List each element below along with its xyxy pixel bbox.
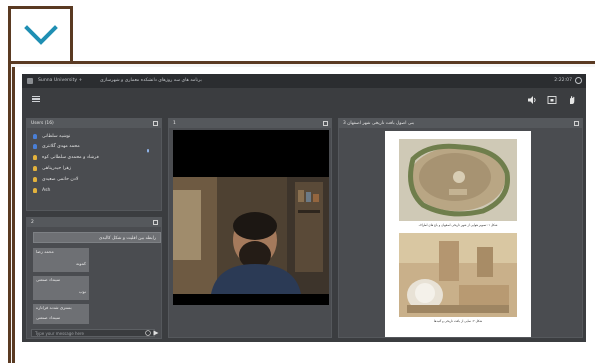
chat-message: بستری شدند فراتاره [33,304,89,314]
app-logo-icon [27,78,33,84]
raise-hand-icon[interactable] [567,95,577,105]
user-icon [33,177,37,182]
chat-message-input[interactable]: Type your message here [31,329,155,337]
presenter-video-frame [173,130,329,305]
document-options-icon[interactable] [574,121,579,126]
user-list-item[interactable]: زهرا حیدرپناهی [33,164,71,173]
chat-panel-options-icon[interactable] [153,220,158,225]
chat-panel-header: 2 [27,218,161,227]
historic-district-image [399,233,517,317]
menu-icon[interactable] [32,96,40,102]
chat-message: محمد رضا [33,248,89,260]
user-icon [33,188,37,193]
document-panel-title: بنی اصول بافت تاریخی شهر اصفهان 3 [343,121,415,126]
webcam-video [173,130,329,305]
user-name: محمد مهدی گلانتری [42,144,80,149]
share-screen-icon[interactable] [547,95,557,105]
user-icon [33,134,37,139]
chat-panel-title: 2 [31,220,34,225]
camera-icon[interactable] [323,121,328,126]
speaker-icon[interactable] [527,95,537,105]
user-name: فرشاد و محمدی سلطانی کوه [42,155,99,160]
microphone-icon [147,149,149,153]
chat-message: نوب [33,288,89,300]
chevron-down-icon [23,25,58,45]
aerial-city-image [399,139,517,221]
figure-caption: شکل ۲: نمایی از بافت تاریخی و گنبدها [433,319,483,323]
figure-caption: شکل ۱: تصویر هوایی از شهر تاریخی اصفهان … [418,223,498,227]
user-list-item[interactable]: فرشاد و محمدی سلطانی کوه [33,153,99,162]
user-icon [33,144,37,149]
user-name: نوشیه سلطانی [42,134,71,139]
document-panel-header: بنی اصول بافت تاریخی شهر اصفهان 3 [339,119,582,128]
user-name: زهرا حیدرپناهی [42,166,72,171]
presentation-page: شکل ۱: تصویر هوایی از شهر تاریخی اصفهان … [385,131,531,337]
web-conference-window: Sunna University + برنامه های سه روزهای … [22,74,586,342]
session-title: برنامه های سه روزهای دانشکده معماری و شه… [100,78,202,83]
user-list-item[interactable]: لادن حاتمی صعیدی [33,175,78,184]
user-icon [33,166,37,171]
video-panel-header: 1 [169,119,331,128]
users-panel-title: Users (16) [31,121,54,126]
emoji-icon[interactable] [145,330,151,336]
chat-message: رابطه بین اقلیت و شکل کالبدی [33,232,161,243]
users-panel-options-icon[interactable] [153,121,158,126]
session-clock: 2:22:07 [554,78,572,83]
users-panel-header: Users (16) [27,119,161,128]
title-bar: Sunna University + برنامه های سه روزهای … [22,74,586,88]
user-list-item[interactable]: محمد مهدی گلانتری [33,142,80,151]
user-list-item[interactable]: Ash [33,186,50,195]
chat-message: کمونه [33,260,89,272]
video-panel: 1 [168,118,332,338]
chat-message: سینداد صنعتی [33,314,89,324]
users-panel: Users (16) نوشیه سلطانی محمد مهدی گلانتر… [26,118,162,211]
user-list-item[interactable]: نوشیه سلطانی [33,132,70,141]
collapse-toggle-button[interactable] [8,6,73,64]
video-panel-title: 1 [173,121,176,126]
user-name: لادن حاتمی صعیدی [42,177,79,182]
chat-message: سینداد صنعتی [33,276,89,288]
status-icon [575,77,582,84]
user-name: Ash [42,188,51,193]
toolbar [22,88,586,112]
user-icon [33,155,37,160]
chat-panel: 2 رابطه بین اقلیت و شکل کالبدی محمد رضا … [26,217,162,339]
send-icon[interactable] [153,330,159,336]
document-panel: بنی اصول بافت تاریخی شهر اصفهان 3 شکل ۱:… [338,118,583,338]
app-brand: Sunna University + [38,78,83,83]
